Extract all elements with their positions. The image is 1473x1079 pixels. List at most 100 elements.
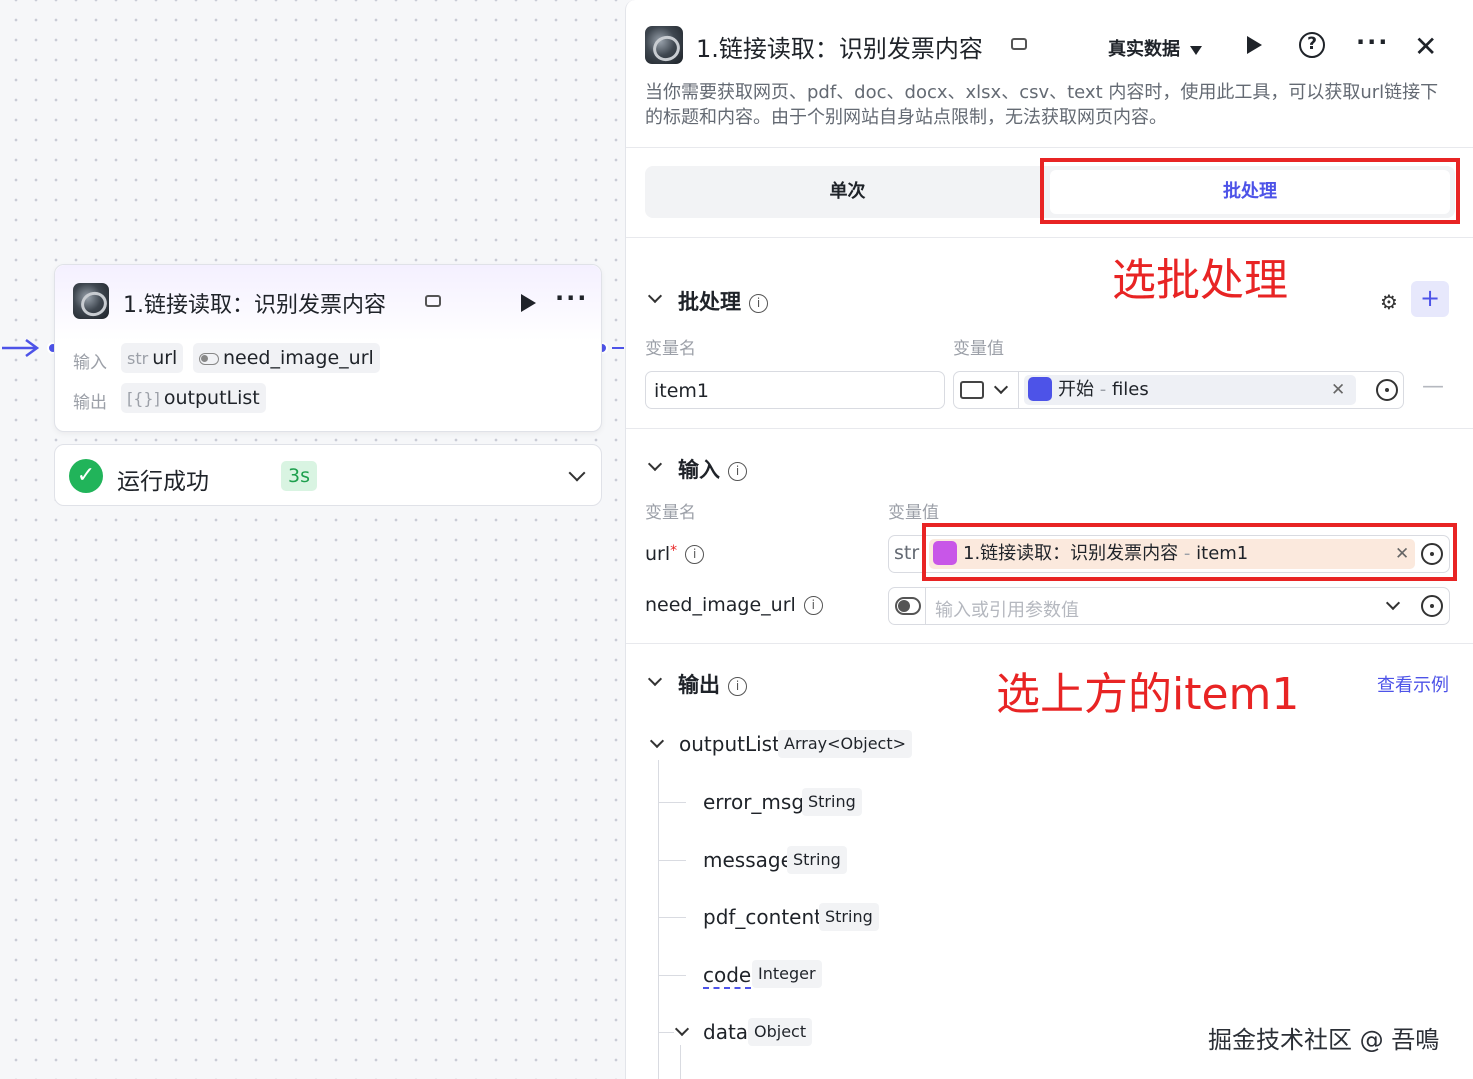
collapse-output-icon[interactable] — [647, 671, 663, 687]
remove-batch-variable-icon[interactable]: — — [1422, 374, 1444, 399]
plugin-badge-icon — [1011, 38, 1027, 50]
node-input-url-tag: str url — [121, 343, 184, 373]
plugin-avatar-icon — [645, 26, 683, 64]
run-duration-badge: 3s — [281, 461, 317, 491]
view-example-link[interactable]: 查看示例 — [1377, 671, 1449, 697]
annotation-box-batch — [1040, 158, 1460, 224]
incoming-edge-arrow — [2, 338, 40, 358]
info-icon[interactable]: i — [728, 676, 747, 696]
chevron-down-icon[interactable] — [568, 464, 586, 482]
output-field-type: String — [802, 788, 862, 816]
divider — [626, 428, 1473, 429]
tree-branch — [658, 1032, 674, 1033]
node-input-label: 输入 — [73, 353, 107, 373]
close-icon[interactable]: ✕ — [1414, 30, 1437, 63]
input-col-name: 变量名 — [645, 503, 696, 523]
output-field-name: data — [703, 1020, 749, 1044]
batch-reference-chip[interactable]: 开始 - files ✕ — [1024, 375, 1356, 405]
tab-single[interactable]: 单次 — [645, 166, 1050, 218]
caret-down-icon — [1190, 45, 1202, 55]
required-mark: * — [670, 543, 678, 559]
tree-guide — [680, 1045, 681, 1079]
input-heading-text: 输入 — [678, 458, 720, 482]
batch-section-heading: 批处理 i — [678, 286, 768, 316]
input-name: url — [152, 347, 178, 369]
node-title: 1.链接读取：识别发票内容 — [123, 293, 386, 318]
clear-reference-icon[interactable]: ✕ — [1331, 375, 1345, 405]
run-status-text: 运行成功 — [117, 469, 209, 495]
boolean-toggle-icon[interactable] — [895, 597, 921, 615]
info-icon[interactable]: i — [803, 596, 823, 615]
node-output-label: 输出 — [73, 393, 107, 413]
divider — [626, 147, 1473, 148]
success-check-icon: ✓ — [69, 459, 103, 493]
info-icon[interactable]: i — [685, 545, 705, 564]
outgoing-edge-stub — [612, 347, 624, 349]
input-name: need_image_url — [223, 347, 374, 369]
batch-col-value: 变量值 — [953, 339, 1004, 359]
divider — [626, 237, 1473, 238]
add-batch-variable-button[interactable]: + — [1411, 281, 1449, 317]
url-name: url — [645, 543, 671, 565]
url-param-label: url* i — [645, 543, 705, 565]
run-status-bar[interactable]: ✓ 运行成功 3s — [54, 444, 602, 506]
settings-gear-icon[interactable]: ⚙ — [1380, 290, 1398, 314]
need-image-url-param-label: need_image_url i — [645, 594, 823, 616]
node-input-need-image-tag: need_image_url — [193, 343, 380, 373]
ref-source: 开始 — [1058, 379, 1094, 400]
array-object-type-icon: [{}] — [127, 389, 160, 408]
batch-variable-name-value: item1 — [654, 380, 710, 402]
variable-picker-icon[interactable] — [1421, 595, 1443, 617]
output-field-type: String — [819, 903, 879, 931]
annotation-item-hint: 选上方的item1 — [996, 669, 1300, 720]
test-run-icon[interactable] — [1247, 36, 1262, 54]
output-field-name: code — [703, 963, 752, 989]
info-icon[interactable]: i — [749, 293, 768, 313]
data-mode-select[interactable]: 真实数据 — [1108, 35, 1202, 61]
info-icon[interactable]: i — [728, 461, 747, 481]
input-col-value: 变量值 — [888, 503, 939, 523]
node-run-icon[interactable] — [521, 294, 536, 312]
need-image-url-name: need_image_url — [645, 594, 796, 616]
output-field-name: error_msg — [703, 790, 805, 814]
need-image-url-value-field[interactable]: 输入或引用参数值 — [888, 587, 1450, 625]
tree-branch — [658, 975, 686, 976]
need-image-url-placeholder: 输入或引用参数值 — [935, 600, 1079, 621]
array-type-icon[interactable] — [960, 381, 984, 399]
batch-variable-value-field[interactable]: 开始 - files ✕ — [953, 371, 1404, 409]
input-section-heading: 输入 i — [678, 454, 747, 484]
output-name: outputList — [163, 387, 260, 409]
output-field-type: String — [787, 846, 847, 874]
collapse-outputlist-icon[interactable] — [649, 733, 665, 749]
node-config-panel: 1.链接读取：识别发票内容 真实数据 ? ··· ✕ 当你需要获取网页、pdf、… — [625, 0, 1473, 1079]
batch-heading-text: 批处理 — [678, 290, 741, 314]
value-chevron-down-icon[interactable] — [1385, 595, 1401, 611]
workflow-node-card[interactable]: 1.链接读取：识别发票内容 ··· 输入 str url need_image_u… — [54, 264, 602, 432]
node-output-tag: [{}] outputList — [121, 383, 266, 413]
data-mode-label: 真实数据 — [1108, 39, 1180, 60]
output-root-name: outputList — [679, 732, 780, 756]
help-icon[interactable]: ? — [1299, 32, 1325, 58]
collapse-batch-icon[interactable] — [647, 288, 663, 304]
output-field-type: Object — [748, 1018, 813, 1046]
divider — [1018, 372, 1019, 408]
batch-variable-name-input[interactable]: item1 — [645, 371, 945, 409]
ref-field: files — [1111, 379, 1149, 400]
collapse-input-icon[interactable] — [647, 456, 663, 472]
node-more-icon[interactable]: ··· — [555, 284, 588, 312]
collapse-data-icon[interactable] — [674, 1021, 690, 1037]
watermark: 掘金技术社区 @ 吾鳴 — [1208, 1026, 1440, 1054]
tree-branch — [658, 802, 686, 803]
plugin-avatar-icon — [73, 283, 109, 319]
more-icon[interactable]: ··· — [1356, 28, 1389, 56]
output-root-type: Array<Object> — [778, 730, 913, 758]
output-section-heading: 输出 i — [678, 669, 747, 699]
output-field-name: message — [703, 848, 793, 872]
str-type-icon: str — [127, 349, 149, 368]
tree-branch — [658, 860, 686, 861]
variable-picker-icon[interactable] — [1376, 379, 1398, 401]
type-chevron-down-icon[interactable] — [993, 379, 1009, 395]
annotation-box-item1 — [922, 523, 1457, 581]
start-node-icon — [1028, 376, 1052, 401]
output-field-name: pdf_content — [703, 905, 823, 929]
